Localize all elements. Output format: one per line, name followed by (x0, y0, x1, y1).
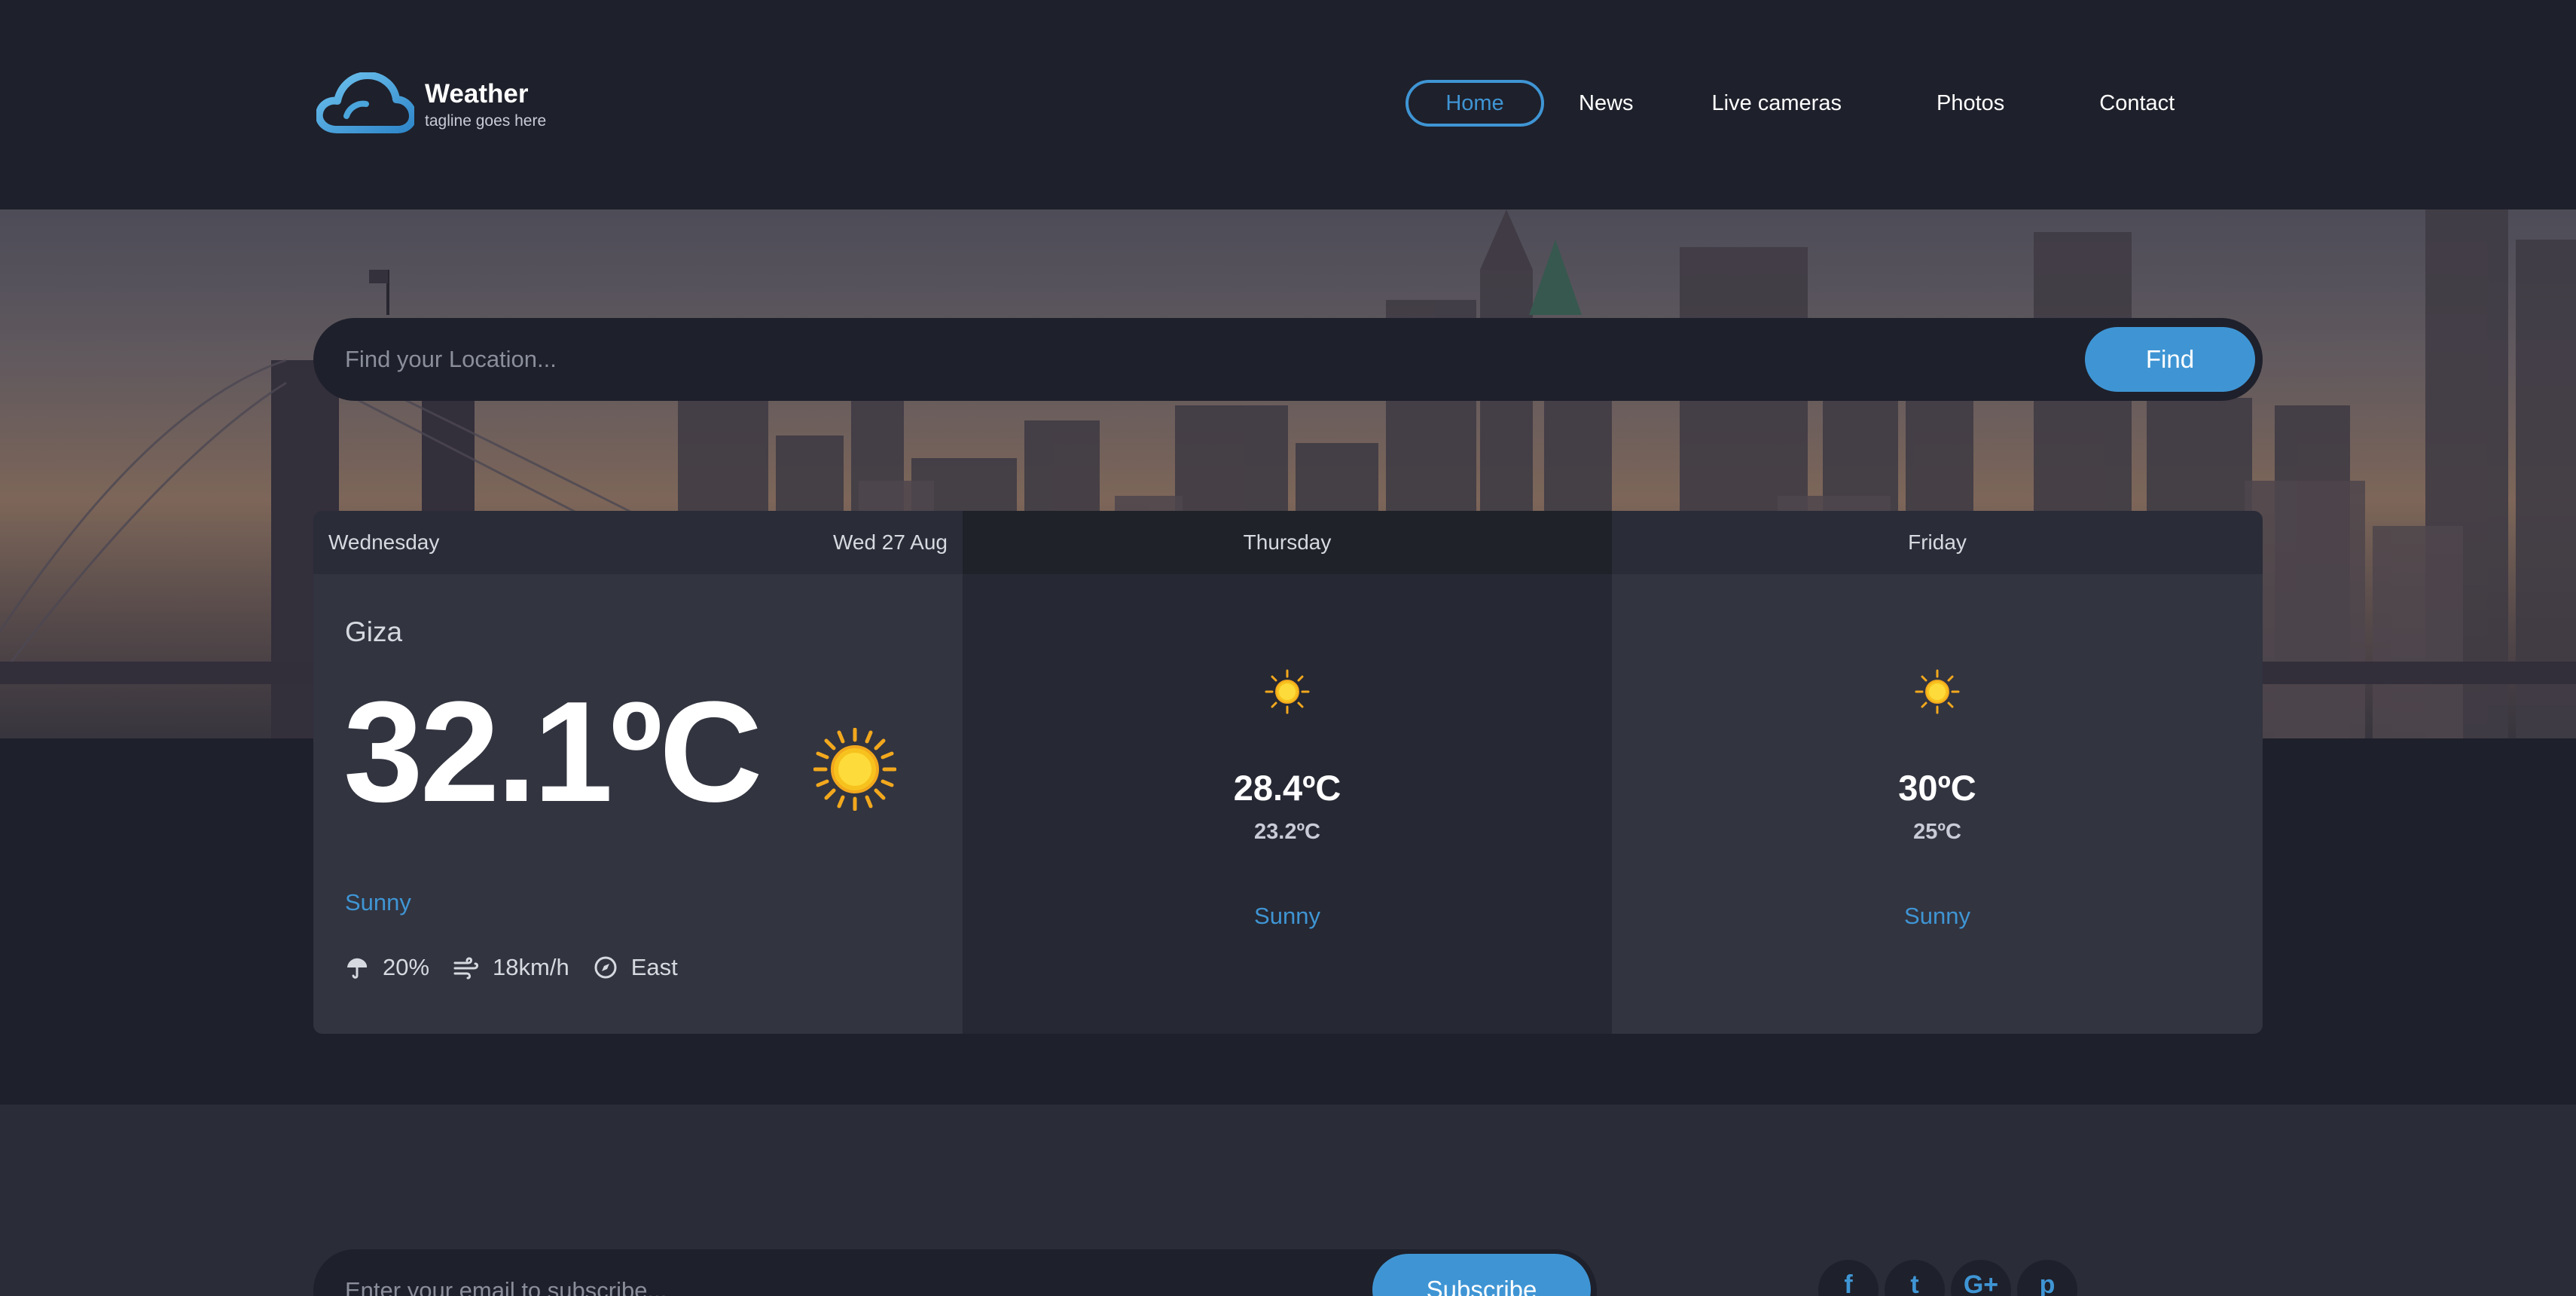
wind-speed: 18km/h (453, 954, 569, 981)
facebook-icon[interactable]: f (1818, 1260, 1879, 1296)
humidity: 20% (345, 954, 429, 981)
cloud-icon (316, 72, 414, 133)
forecast-min-temp: 23.2ºC (1254, 820, 1320, 844)
site-header: Weather tagline goes here Home News Live… (0, 0, 2576, 209)
location-search-input[interactable] (313, 318, 2085, 401)
sun-icon (813, 728, 896, 811)
pinterest-icon[interactable]: p (2017, 1260, 2077, 1296)
forecast-condition: Sunny (1904, 903, 1970, 929)
today-date: Wed 27 Aug (832, 530, 948, 554)
humidity-value: 20% (383, 954, 430, 980)
brand[interactable]: Weather tagline goes here (316, 72, 546, 136)
forecast-max-temp: 30ºC (1898, 768, 1976, 808)
wind-speed-value: 18km/h (493, 954, 569, 980)
forecast-day-name: Friday (1612, 511, 2263, 574)
current-temperature: 32.1ºC (343, 672, 762, 832)
main-nav: Home News Live cameras Photos Contact (1406, 80, 2193, 127)
wind-direction-value: East (630, 954, 678, 980)
nav-live-cameras[interactable]: Live cameras (1694, 80, 1860, 127)
subscribe-form: Subscribe (313, 1249, 1597, 1296)
today-header: Wednesday Wed 27 Aug (313, 511, 963, 574)
social-links: f t G+ p (1818, 1260, 2083, 1296)
weather-page: Weather tagline goes here Home News Live… (0, 0, 2576, 1296)
today-details: 20% 18km/h East (345, 954, 702, 981)
nav-news[interactable]: News (1561, 80, 1652, 127)
sun-icon (1915, 669, 1960, 714)
today-day: Wednesday (328, 530, 440, 554)
google-plus-icon[interactable]: G+ (1951, 1260, 2011, 1296)
site-title: Weather (425, 79, 529, 109)
wind-direction: East (594, 954, 678, 981)
site-footer: Subscribe f t G+ p (0, 1105, 2576, 1296)
site-tagline: tagline goes here (425, 112, 547, 130)
forecast-max-temp: 28.4ºC (1233, 768, 1341, 808)
nav-photos[interactable]: Photos (1918, 80, 2022, 127)
wind-icon (453, 957, 479, 980)
forecast-card-thursday: Thursday 28.4ºC 23.2ºC Sunny (963, 511, 1612, 1034)
subscribe-button[interactable]: Subscribe (1372, 1254, 1591, 1296)
twitter-icon[interactable]: t (1885, 1260, 1945, 1296)
today-card: Wednesday Wed 27 Aug Giza 32.1ºC Sunny 2… (313, 511, 963, 1034)
sun-icon (1265, 669, 1310, 714)
find-button[interactable]: Find (2085, 327, 2255, 392)
subscribe-email-input[interactable] (313, 1249, 1372, 1296)
nav-contact[interactable]: Contact (2081, 80, 2193, 127)
forecast-min-temp: 25ºC (1913, 820, 1961, 844)
forecast-panel: Wednesday Wed 27 Aug Giza 32.1ºC Sunny 2… (313, 511, 2263, 1034)
compass-icon (594, 956, 617, 979)
umbrella-icon (347, 958, 368, 979)
location-search: Find (313, 318, 2263, 401)
nav-home[interactable]: Home (1406, 80, 1544, 127)
forecast-card-friday: Friday 30ºC 25ºC Sunny (1612, 511, 2263, 1034)
forecast-condition: Sunny (1254, 903, 1320, 929)
today-condition: Sunny (345, 889, 411, 915)
city-name: Giza (345, 616, 403, 647)
forecast-day-name: Thursday (963, 511, 1612, 574)
